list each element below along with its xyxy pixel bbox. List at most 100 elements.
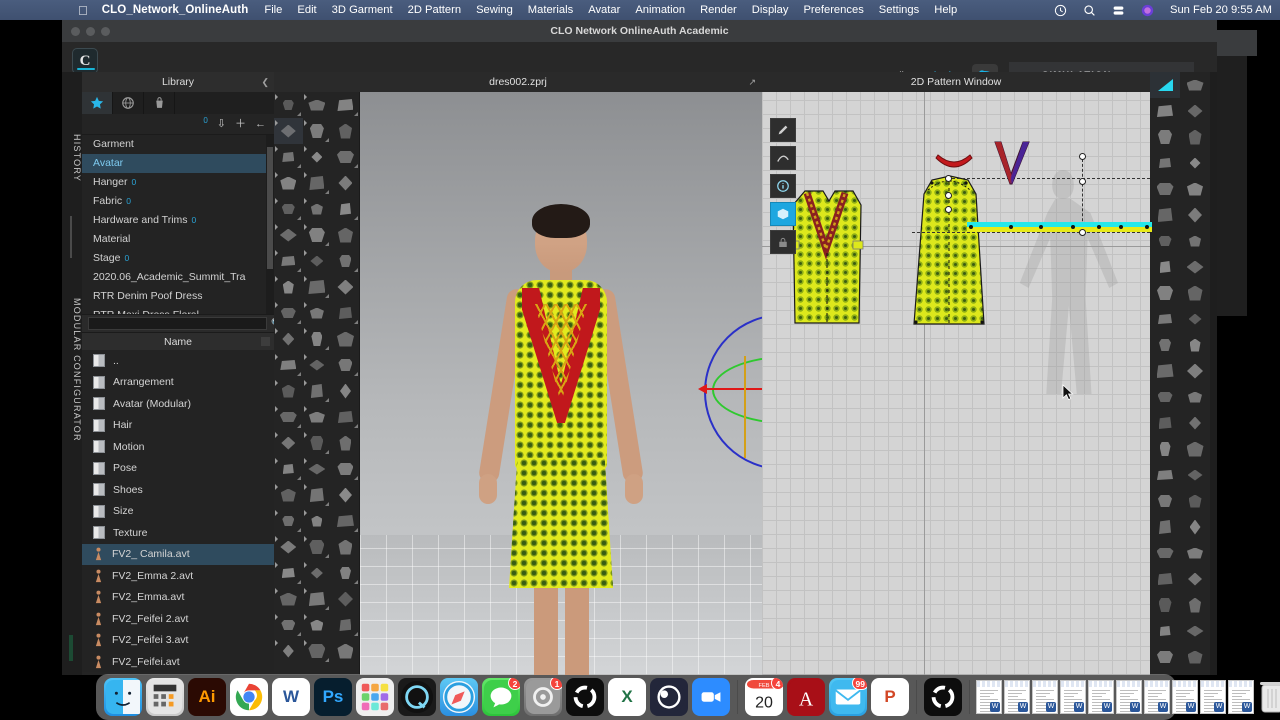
- pattern-tool-strip[interactable]: [770, 118, 796, 258]
- tool-button-34[interactable]: [1150, 514, 1180, 540]
- tool-button-9[interactable]: [274, 170, 303, 196]
- tool-button-7[interactable]: [1180, 150, 1210, 176]
- tool-button-2[interactable]: [1150, 98, 1180, 124]
- dock-item-chrome[interactable]: [230, 678, 268, 716]
- tree-item-avatar[interactable]: Avatar: [82, 154, 274, 173]
- tool-button-64[interactable]: [303, 638, 332, 664]
- apple-icon[interactable]: : [78, 4, 88, 17]
- tool-button-43[interactable]: [303, 456, 332, 482]
- list-item[interactable]: FV2_Feifei.avt: [82, 651, 274, 672]
- tool-button-29[interactable]: [331, 326, 360, 352]
- list-item[interactable]: Shoes: [82, 479, 274, 501]
- selection-handle[interactable]: [1079, 178, 1086, 185]
- plus-icon[interactable]: ＋: [235, 119, 246, 130]
- garment-skirt[interactable]: [509, 458, 613, 588]
- tool-button-24[interactable]: [274, 300, 303, 326]
- menu-render[interactable]: Render: [700, 4, 737, 16]
- tool-button-29[interactable]: [1180, 436, 1210, 462]
- list-item[interactable]: FV2_Emma 2.avt: [82, 565, 274, 587]
- tool-button-19[interactable]: [303, 248, 332, 274]
- tool-button-5[interactable]: [1180, 124, 1210, 150]
- tool-button-41[interactable]: [331, 430, 360, 456]
- tool-button-32[interactable]: [1150, 488, 1180, 514]
- list-item[interactable]: Texture: [82, 522, 274, 544]
- gizmo-arrow-left[interactable]: [698, 384, 707, 394]
- trash-icon[interactable]: [1255, 678, 1280, 716]
- tool-button-11[interactable]: [1180, 202, 1210, 228]
- dock-minimized-window[interactable]: W: [1116, 680, 1142, 714]
- tool-button-21[interactable]: [1180, 332, 1210, 358]
- tool-button-42[interactable]: [1150, 618, 1180, 644]
- tool-button-38[interactable]: [1150, 566, 1180, 592]
- tool-button-65[interactable]: [331, 638, 360, 664]
- dock-item-quicktime[interactable]: [398, 678, 436, 716]
- dock-item-illustrator[interactable]: Ai: [188, 678, 226, 716]
- back-arrow-icon[interactable]: ←: [255, 119, 266, 130]
- dock-minimized-window[interactable]: W: [1144, 680, 1170, 714]
- dock-item-mail[interactable]: 99: [829, 678, 867, 716]
- lock-tool[interactable]: [770, 230, 796, 254]
- tool-button-16[interactable]: [303, 222, 332, 248]
- tool-button-25[interactable]: [303, 300, 332, 326]
- menu-edit[interactable]: Edit: [297, 4, 316, 16]
- toolbar-2d[interactable]: [1150, 72, 1210, 675]
- tool-button-35[interactable]: [1180, 514, 1210, 540]
- tool-button-58[interactable]: [303, 586, 332, 612]
- dock-item-obs[interactable]: [650, 678, 688, 716]
- menu-help[interactable]: Help: [934, 4, 957, 16]
- tool-button-30[interactable]: [1150, 462, 1180, 488]
- dock-item-system-settings[interactable]: 1: [524, 678, 562, 716]
- tool-button-40[interactable]: [1150, 592, 1180, 618]
- tool-button-45[interactable]: [1180, 644, 1210, 670]
- list-item[interactable]: Size: [82, 501, 274, 523]
- tool-button-49[interactable]: [303, 508, 332, 534]
- tool-button-18[interactable]: [274, 248, 303, 274]
- list-item[interactable]: FV2_Feifei 3.avt: [82, 630, 274, 652]
- tool-button-41[interactable]: [1180, 592, 1210, 618]
- cloud-tab[interactable]: [113, 92, 144, 114]
- tool-button-25[interactable]: [1180, 384, 1210, 410]
- macos-dock[interactable]: AiWPs21XFEB204A99PWWWWWWWWWW: [96, 674, 1176, 720]
- tool-button-6[interactable]: [274, 144, 303, 170]
- tool-button-33[interactable]: [274, 378, 303, 404]
- tool-button-4[interactable]: [303, 118, 332, 144]
- tool-button-26[interactable]: [331, 300, 360, 326]
- tool-button-62[interactable]: [331, 612, 360, 638]
- tool-button-18[interactable]: [1150, 306, 1180, 332]
- pattern-canvas[interactable]: [762, 92, 1150, 675]
- dock-item-excel[interactable]: X: [608, 678, 646, 716]
- tool-button-0[interactable]: [274, 92, 303, 118]
- selection-handle[interactable]: [1079, 229, 1086, 236]
- edit-pattern-tool[interactable]: [770, 118, 796, 142]
- tool-button-28[interactable]: [303, 326, 332, 352]
- tab-history[interactable]: HISTORY: [62, 116, 82, 200]
- local-tab[interactable]: [144, 92, 175, 114]
- menu-avatar[interactable]: Avatar: [588, 4, 620, 16]
- tool-button-19[interactable]: [1180, 306, 1210, 332]
- tool-button-53[interactable]: [331, 534, 360, 560]
- tool-button-15[interactable]: [274, 222, 303, 248]
- dock-item-clo-standalone[interactable]: [566, 678, 604, 716]
- tool-button-23[interactable]: [331, 274, 360, 300]
- tool-button-52[interactable]: [303, 534, 332, 560]
- tool-button-31[interactable]: [1180, 462, 1210, 488]
- tool-button-22[interactable]: [303, 274, 332, 300]
- tree-item-fabric[interactable]: Fabric0: [82, 192, 274, 211]
- tool-button-35[interactable]: [331, 378, 360, 404]
- library-tree-scrollbar[interactable]: [266, 135, 274, 314]
- tool-button-11[interactable]: [331, 170, 360, 196]
- tool-button-36[interactable]: [1150, 540, 1180, 566]
- toolbar-3d[interactable]: [274, 92, 360, 675]
- tool-button-24[interactable]: [1150, 384, 1180, 410]
- tool-button-42[interactable]: [274, 456, 303, 482]
- tool-button-26[interactable]: [1150, 410, 1180, 436]
- menu-settings[interactable]: Settings: [879, 4, 919, 16]
- control-center-icon[interactable]: [1112, 4, 1125, 17]
- tool-button-46[interactable]: [303, 482, 332, 508]
- pattern-piece-front-left[interactable]: [787, 187, 865, 327]
- tool-button-31[interactable]: [303, 352, 332, 378]
- tool-button-15[interactable]: [1180, 254, 1210, 280]
- tool-button-27[interactable]: [1180, 410, 1210, 436]
- tool-button-14[interactable]: [1150, 254, 1180, 280]
- pattern-piece-collar[interactable]: [934, 154, 974, 179]
